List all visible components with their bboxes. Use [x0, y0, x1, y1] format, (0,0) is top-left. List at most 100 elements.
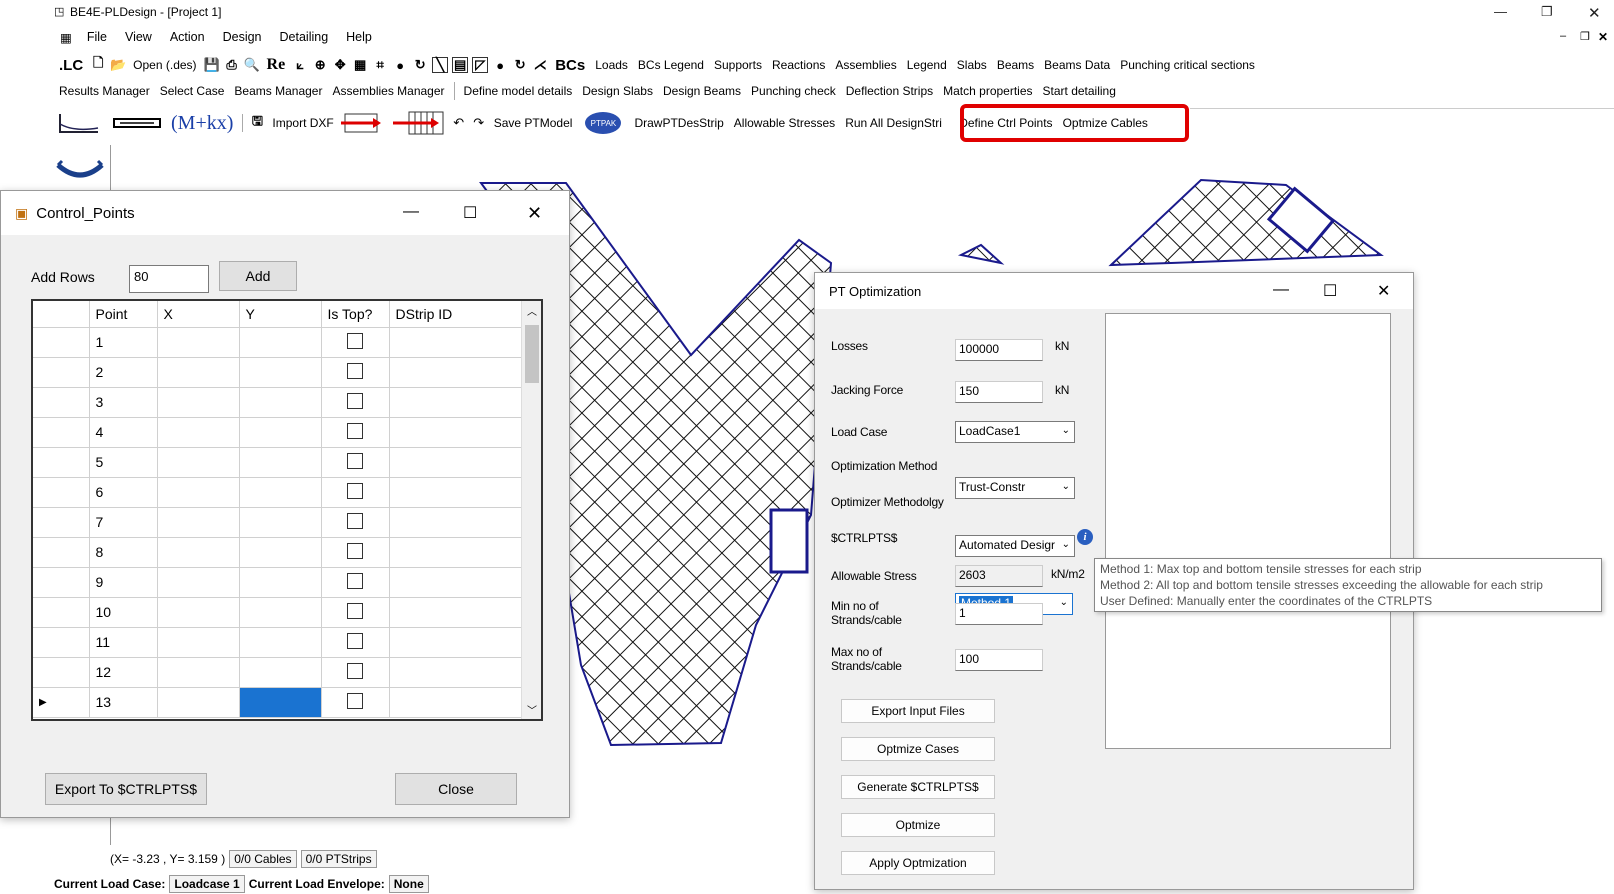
dstrip-id-cell[interactable]: [389, 687, 523, 718]
print-icon[interactable]: ⎙: [224, 57, 240, 73]
tendon-grid-icon[interactable]: [391, 110, 449, 136]
is-top-checkbox[interactable]: [347, 392, 363, 409]
y-cell[interactable]: [239, 507, 322, 538]
current-load-envelope-value[interactable]: None: [388, 875, 429, 893]
info-icon[interactable]: i: [1077, 529, 1093, 545]
bcs-legend-button[interactable]: BCs Legend: [633, 58, 709, 72]
dstrip-id-cell[interactable]: [389, 657, 523, 688]
column-header-x[interactable]: X: [157, 301, 240, 328]
define-model-details-button[interactable]: Define model details: [459, 84, 578, 98]
y-cell[interactable]: [239, 657, 322, 688]
is-top-cell[interactable]: [321, 567, 390, 598]
undo-icon[interactable]: ↶: [451, 115, 467, 131]
column-header-y[interactable]: Y: [239, 301, 322, 328]
new-file-icon[interactable]: 🗋: [90, 55, 106, 73]
scroll-up-icon[interactable]: ︿: [527, 303, 537, 318]
is-top-checkbox[interactable]: [347, 512, 363, 529]
pan-icon[interactable]: ✥: [332, 57, 348, 73]
dstrip-id-cell[interactable]: [389, 387, 523, 418]
is-top-checkbox[interactable]: [347, 362, 363, 379]
y-cell[interactable]: [239, 687, 322, 718]
table-row[interactable]: 12: [33, 657, 523, 688]
y-cell[interactable]: [239, 477, 322, 508]
beams-data-button[interactable]: Beams Data: [1039, 58, 1115, 72]
dstrip-id-cell[interactable]: [389, 627, 523, 658]
import-dxf-icon[interactable]: 🖫: [249, 113, 265, 131]
is-top-checkbox[interactable]: [347, 602, 363, 619]
is-top-checkbox[interactable]: [347, 422, 363, 439]
point-cell[interactable]: 10: [89, 597, 158, 628]
y-cell[interactable]: [239, 387, 322, 418]
row-header-cell[interactable]: [33, 537, 90, 568]
is-top-checkbox[interactable]: [347, 572, 363, 589]
close-icon[interactable]: ✕: [527, 203, 542, 224]
close-icon[interactable]: ✕: [1588, 4, 1601, 22]
point-cell[interactable]: 13: [89, 687, 158, 718]
maximize-icon[interactable]: ☐: [1323, 281, 1337, 301]
optimizer-methodology-select[interactable]: Automated Desigr ⌄: [955, 535, 1075, 557]
table-row[interactable]: 5: [33, 447, 523, 478]
print-preview-icon[interactable]: 🔍: [243, 57, 259, 73]
punching-check-button[interactable]: Punching check: [746, 84, 841, 98]
row-header-cell[interactable]: [33, 627, 90, 658]
column-header-dstrip-id[interactable]: DStrip ID: [389, 301, 523, 328]
match-properties-button[interactable]: Match properties: [938, 84, 1037, 98]
point-cell[interactable]: 11: [89, 627, 158, 658]
x-cell[interactable]: [157, 447, 240, 478]
is-top-cell[interactable]: [321, 357, 390, 388]
minimize-icon[interactable]: —: [1273, 281, 1289, 299]
results-manager-button[interactable]: Results Manager: [54, 84, 155, 98]
line-tool-icon[interactable]: ╲: [432, 57, 449, 73]
min-strands-input[interactable]: 1: [955, 603, 1043, 625]
support-icon[interactable]: ⋌: [532, 57, 548, 73]
row-header-cell[interactable]: ▶: [33, 687, 90, 718]
ptpak-logo[interactable]: PTPAK: [585, 112, 622, 134]
point-cell[interactable]: 12: [89, 657, 158, 688]
x-cell[interactable]: [157, 567, 240, 598]
beam-icon[interactable]: [110, 110, 166, 136]
is-top-cell[interactable]: [321, 537, 390, 568]
table-row[interactable]: 4: [33, 417, 523, 448]
point-cell[interactable]: 6: [89, 477, 158, 508]
row-header-cell[interactable]: [33, 507, 90, 538]
point-cell[interactable]: 7: [89, 507, 158, 538]
jacking-force-input[interactable]: 150: [955, 381, 1043, 403]
is-top-cell[interactable]: [321, 477, 390, 508]
is-top-checkbox[interactable]: [347, 482, 363, 499]
x-cell[interactable]: [157, 357, 240, 388]
close-icon[interactable]: ✕: [1377, 281, 1390, 301]
minimize-icon[interactable]: —: [403, 203, 419, 221]
is-top-cell[interactable]: [321, 327, 390, 358]
grid-scrollbar[interactable]: ︿ ﹀: [521, 301, 541, 719]
legend-button[interactable]: Legend: [902, 58, 952, 72]
minimize-icon[interactable]: —: [1494, 4, 1507, 19]
row-header-cell[interactable]: [33, 447, 90, 478]
point-load-icon[interactable]: ●: [392, 57, 408, 73]
x-cell[interactable]: [157, 387, 240, 418]
cable-profile-icon[interactable]: [54, 151, 106, 191]
y-cell[interactable]: [239, 627, 322, 658]
point-cell[interactable]: 8: [89, 537, 158, 568]
table-row[interactable]: ▶ 13: [33, 687, 523, 718]
y-cell[interactable]: [239, 537, 322, 568]
x-cell[interactable]: [157, 327, 240, 358]
point-cell[interactable]: 5: [89, 447, 158, 478]
allowable-stresses-button[interactable]: Allowable Stresses: [729, 116, 840, 130]
reactions-button[interactable]: Reactions: [767, 58, 830, 72]
save-icon[interactable]: 💾: [203, 57, 219, 73]
y-cell[interactable]: [239, 567, 322, 598]
row-header-cell[interactable]: [33, 477, 90, 508]
is-top-checkbox[interactable]: [347, 452, 363, 469]
slabs-button[interactable]: Slabs: [952, 58, 992, 72]
save-ptmodel-button[interactable]: Save PTModel: [489, 116, 578, 130]
menu-design[interactable]: Design: [214, 28, 271, 50]
apply-optimization-button[interactable]: Apply Optmization: [841, 851, 995, 875]
menu-help[interactable]: Help: [337, 28, 381, 50]
row-header-cell[interactable]: [33, 417, 90, 448]
optimize-button[interactable]: Optmize: [841, 813, 995, 837]
open-folder-icon[interactable]: 📂: [110, 57, 126, 73]
load-case-select[interactable]: LoadCase1 ⌄: [955, 421, 1075, 443]
is-top-checkbox[interactable]: [347, 692, 363, 709]
optimization-method-select[interactable]: Trust-Constr ⌄: [955, 477, 1075, 499]
assemblies-button[interactable]: Assemblies: [830, 58, 901, 72]
